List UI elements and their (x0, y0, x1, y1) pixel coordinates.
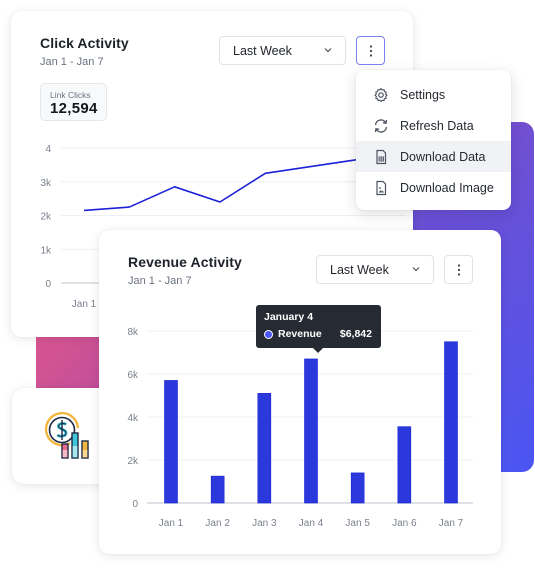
tooltip-title: January 4 (264, 311, 314, 323)
x-tick-label: Jan 5 (345, 518, 370, 529)
gear-icon (372, 86, 390, 104)
x-tick-label: Jan 3 (252, 518, 277, 529)
menu-item-label: Download Data (400, 149, 486, 164)
dollar-bar-chart-icon (44, 411, 89, 459)
file-table-icon (372, 148, 390, 166)
file-image-icon (372, 179, 390, 197)
x-tick-label: Jan 2 (205, 518, 230, 529)
bar-jan-5 (350, 472, 365, 504)
options-menu: Settings Refresh Data Download Data Down… (356, 70, 511, 210)
y-tick-label: 4k (127, 413, 139, 424)
menu-item-refresh-data[interactable]: Refresh Data (356, 110, 511, 141)
y-tick-label: 0 (132, 499, 138, 510)
tooltip-value: $6,842 (339, 328, 372, 340)
tooltip-series-label: Revenue (278, 328, 322, 340)
menu-item-label: Refresh Data (400, 118, 474, 133)
y-tick-label: 8k (127, 327, 139, 338)
y-tick-label: 4 (45, 144, 51, 155)
menu-item-settings[interactable]: Settings (356, 79, 511, 110)
x-tick-label: Jan 7 (439, 518, 464, 529)
y-tick-label: 0 (45, 279, 51, 290)
bar-jan-6 (397, 426, 412, 504)
menu-item-label: Settings (400, 87, 446, 102)
refresh-icon (372, 117, 390, 135)
revenue-activity-bar-chart: 0 2k 4k 6k 8k Jan 1 Jan 2 Jan 3 Jan 4 Jan 5 Jan 6 J… (127, 327, 473, 529)
x-tick-label: Jan 4 (299, 518, 324, 529)
bar-jan-4 (304, 358, 318, 504)
y-tick-label: 1k (40, 245, 52, 256)
decorative-pink-panel (36, 330, 102, 390)
series-line-link-clicks (83, 159, 357, 212)
bar-jan-2 (210, 475, 225, 504)
y-tick-label: 3k (40, 178, 52, 189)
revenue-activity-card: Revenue Activity Jan 1 - Jan 7 Last Week… (99, 230, 501, 554)
x-tick-label: Jan 1 (159, 518, 184, 529)
bar-jan-7 (444, 341, 458, 504)
y-tick-label: 2k (127, 456, 139, 467)
menu-item-download-image[interactable]: Download Image (356, 172, 511, 203)
chart-tooltip: January 4 Revenue $6,842 (256, 305, 381, 353)
x-tick-label: Jan 1 (72, 299, 97, 310)
series-color-dot (264, 330, 273, 339)
menu-item-download-data[interactable]: Download Data (356, 141, 511, 172)
y-tick-label: 2k (40, 212, 52, 223)
y-tick-label: 6k (127, 370, 139, 381)
bar-jan-1 (164, 380, 178, 504)
x-tick-label: Jan 6 (392, 518, 417, 529)
bar-jan-3 (257, 393, 272, 504)
menu-item-label: Download Image (400, 180, 494, 195)
